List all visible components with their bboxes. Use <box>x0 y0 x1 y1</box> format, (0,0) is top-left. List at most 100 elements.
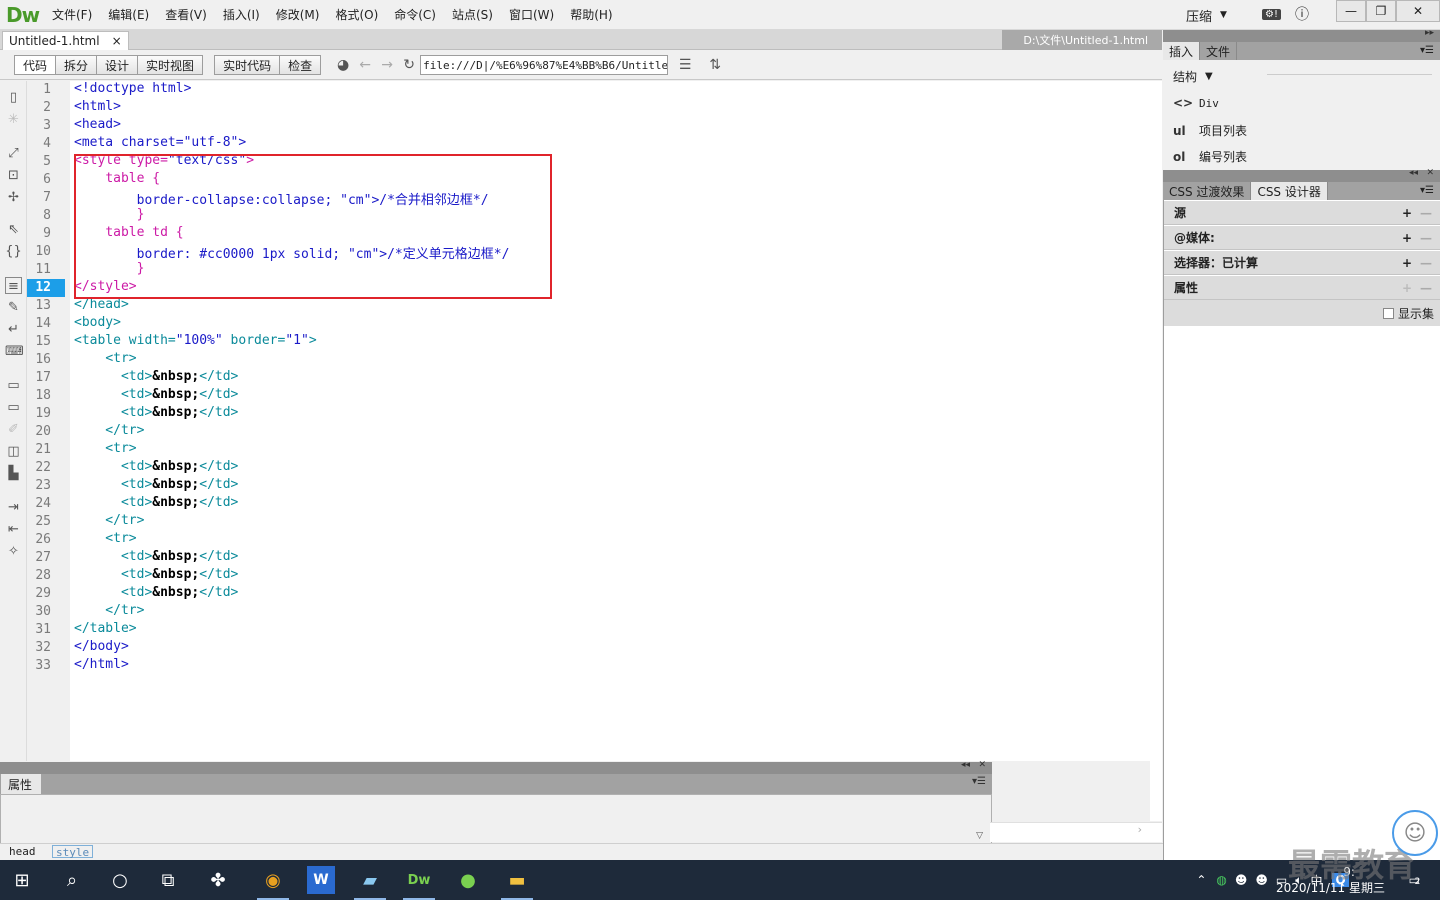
melon-app-icon[interactable]: ● <box>450 866 486 894</box>
workspace-switcher[interactable]: 压缩 ▼ <box>1186 0 1227 30</box>
open-documents-icon[interactable]: ▯ <box>5 89 22 106</box>
css-section-properties[interactable]: 属性 + — <box>1164 276 1440 300</box>
apply-comment-icon[interactable]: ▭ <box>5 377 22 394</box>
line-number[interactable]: 13 <box>27 297 65 315</box>
menu-view[interactable]: 查看(V) <box>157 0 215 30</box>
format-source-icon[interactable]: ✧ <box>5 543 22 560</box>
add-icon[interactable]: + <box>1402 206 1412 220</box>
line-number[interactable]: 32 <box>27 639 65 657</box>
close-panel-icon[interactable]: ✕ <box>1426 168 1434 178</box>
menu-insert[interactable]: 插入(I) <box>215 0 268 30</box>
line-number[interactable]: 25 <box>27 513 65 531</box>
show-set-checkbox[interactable] <box>1382 307 1394 319</box>
tag-style[interactable]: style <box>52 845 94 859</box>
remove-icon[interactable]: — <box>1420 281 1432 295</box>
remove-comment-icon[interactable]: ▭ <box>5 399 22 416</box>
line-number[interactable]: 16 <box>27 351 65 369</box>
file-management-icon[interactable]: ⇅ <box>704 57 726 73</box>
close-panel-icon[interactable]: ✕ <box>978 760 986 770</box>
search-icon[interactable]: ⌕ <box>54 866 90 894</box>
remove-icon[interactable]: — <box>1420 256 1432 270</box>
highlight-invalid-code-icon[interactable]: ✎ <box>5 299 22 316</box>
insert-div[interactable]: <> Div <box>1173 96 1219 110</box>
chrome-icon[interactable]: ◉ <box>255 866 291 900</box>
line-number[interactable]: 10 <box>27 243 65 261</box>
show-code-navigator-icon[interactable]: ✳ <box>5 111 22 128</box>
word-wrap-icon[interactable]: ↵ <box>5 321 22 338</box>
remove-icon[interactable]: — <box>1420 231 1432 245</box>
line-number[interactable]: 5 <box>27 153 65 171</box>
css-section-media[interactable]: @媒体: + — <box>1164 226 1440 250</box>
cortana-icon[interactable]: ○ <box>102 866 138 894</box>
collapse-icon[interactable]: ▸▸ <box>1425 28 1434 38</box>
indent-code-icon[interactable]: ⇥ <box>5 499 22 516</box>
expand-all-icon[interactable]: ✢ <box>5 189 22 206</box>
line-number[interactable]: 6 <box>27 171 65 189</box>
info-icon[interactable]: ⓘ <box>1295 4 1309 24</box>
line-number[interactable]: 8 <box>27 207 65 225</box>
menu-file[interactable]: 文件(F) <box>44 0 100 30</box>
line-number[interactable]: 12 <box>27 279 65 297</box>
file-explorer-icon[interactable]: ▬ <box>499 866 535 900</box>
forward-arrow-icon[interactable]: → <box>376 57 398 73</box>
css-section-selectors[interactable]: 选择器：已计算 + — <box>1164 251 1440 275</box>
task-view-icon[interactable]: ⧉ <box>150 866 186 894</box>
panel-menu-icon[interactable]: ▾☰ <box>1420 42 1434 60</box>
design-view-button[interactable]: 设计 <box>96 55 139 75</box>
insert-category-select[interactable]: 结构 ▼ <box>1173 68 1213 85</box>
horizontal-scrollbar[interactable]: › <box>990 822 1162 842</box>
globe-icon[interactable]: ◕ <box>332 57 354 73</box>
syntax-coloring-icon[interactable]: ⌨ <box>5 343 24 360</box>
tab-css-designer[interactable]: CSS 设计器 <box>1251 182 1328 200</box>
inspect-button[interactable]: 检查 <box>279 55 322 75</box>
menu-edit[interactable]: 编辑(E) <box>100 0 157 30</box>
code-view-button[interactable]: 代码 <box>14 55 57 75</box>
back-arrow-icon[interactable]: ← <box>354 57 376 73</box>
pinwheel-app-icon[interactable]: ✤ <box>200 866 236 894</box>
tab-insert[interactable]: 插入 <box>1163 42 1201 60</box>
restore-button[interactable]: ❐ <box>1366 0 1396 22</box>
line-number[interactable]: 17 <box>27 369 65 387</box>
wps-writer-icon[interactable]: W <box>307 866 335 894</box>
windows-start-icon[interactable]: ⊞ <box>4 866 40 894</box>
live-code-button[interactable]: 实时代码 <box>214 55 281 75</box>
menu-format[interactable]: 格式(O) <box>327 0 386 30</box>
minimize-button[interactable]: — <box>1336 0 1366 22</box>
close-tab-icon[interactable]: × <box>112 34 122 48</box>
wrap-tag-icon[interactable]: ✐ <box>5 421 22 438</box>
line-number[interactable]: 20 <box>27 423 65 441</box>
select-parent-tag-icon[interactable]: ⇖ <box>5 221 22 238</box>
line-number[interactable]: 31 <box>27 621 65 639</box>
menu-commands[interactable]: 命令(C) <box>386 0 444 30</box>
document-tab[interactable]: Untitled-1.html × <box>2 31 129 50</box>
view-options-icon[interactable]: ☰ <box>674 57 696 73</box>
add-icon[interactable]: + <box>1402 281 1412 295</box>
collapse-icon[interactable]: ◂◂ <box>961 760 970 770</box>
line-number[interactable]: 24 <box>27 495 65 513</box>
sync-settings-icon[interactable]: ⚙! <box>1262 8 1281 20</box>
collapse-selection-icon[interactable]: ⊡ <box>5 167 22 184</box>
panel-menu-icon[interactable]: ▾☰ <box>972 776 986 787</box>
collapse-icon[interactable]: ◂◂ <box>1409 168 1418 178</box>
remove-icon[interactable]: — <box>1420 206 1432 220</box>
outdent-code-icon[interactable]: ⇤ <box>5 521 22 538</box>
qq-icon[interactable]: ☻ <box>1235 873 1248 887</box>
insert-unordered-list[interactable]: ul 项目列表 <box>1173 122 1247 139</box>
line-number[interactable]: 9 <box>27 225 65 243</box>
move-css-icon[interactable]: ▙ <box>5 465 22 482</box>
line-number[interactable]: 4 <box>27 135 65 153</box>
recent-snippets-icon[interactable]: ◫ <box>5 443 22 460</box>
address-bar[interactable]: file:///D|/%E6%96%87%E4%BB%B6/Untitled ▼ <box>420 55 669 75</box>
menu-help[interactable]: 帮助(H) <box>562 0 620 30</box>
insert-ordered-list[interactable]: ol 编号列表 <box>1173 148 1247 165</box>
qq-icon-2[interactable]: ☻ <box>1255 873 1268 887</box>
line-number[interactable]: 2 <box>27 99 65 117</box>
line-number[interactable]: 3 <box>27 117 65 135</box>
vertical-scrollbar[interactable] <box>1150 81 1162 821</box>
collapse-full-tag-icon[interactable]: ⤢ <box>5 145 22 162</box>
line-number[interactable]: 11 <box>27 261 65 279</box>
menu-modify[interactable]: 修改(M) <box>268 0 328 30</box>
line-number[interactable]: 15 <box>27 333 65 351</box>
line-number[interactable]: 22 <box>27 459 65 477</box>
line-number[interactable]: 26 <box>27 531 65 549</box>
